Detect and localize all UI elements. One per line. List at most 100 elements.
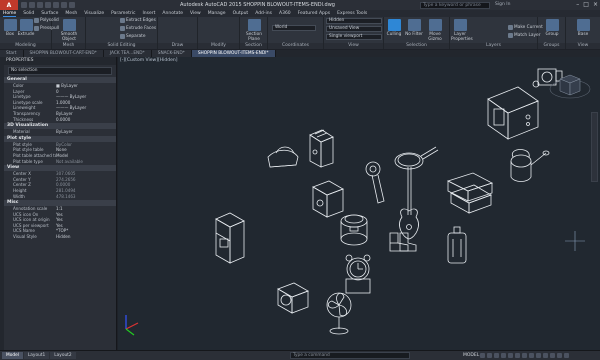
separate-button[interactable]: Separate bbox=[120, 34, 145, 39]
print-icon[interactable] bbox=[53, 2, 59, 8]
ortho-icon[interactable] bbox=[494, 353, 499, 358]
group-button[interactable]: Group bbox=[543, 19, 561, 37]
drawing-viewport[interactable]: [-][Custom View][Hidden] bbox=[118, 57, 600, 350]
base-button[interactable]: Base bbox=[574, 19, 592, 37]
osnap-icon[interactable] bbox=[508, 353, 513, 358]
fan-model[interactable] bbox=[326, 292, 352, 335]
maximize-icon[interactable]: □ bbox=[583, 1, 589, 8]
save-as-icon[interactable] bbox=[45, 2, 51, 8]
customize-icon[interactable] bbox=[564, 353, 569, 358]
tab-home[interactable]: Home bbox=[3, 11, 17, 17]
workspace-icon[interactable] bbox=[536, 353, 541, 358]
doctab-jack-tea[interactable]: JACK TEA...END* bbox=[103, 50, 152, 57]
save-icon[interactable] bbox=[37, 2, 43, 8]
books-model[interactable] bbox=[446, 172, 494, 214]
property-value[interactable]: 0.0000 bbox=[56, 117, 116, 123]
drawing-canvas[interactable] bbox=[118, 57, 600, 350]
property-row[interactable]: Thickness 0.0000 bbox=[4, 117, 116, 123]
sign-in-link[interactable]: Sign In bbox=[495, 2, 510, 7]
tab-view[interactable]: View bbox=[190, 11, 201, 16]
viewport-config-select[interactable]: Single viewport bbox=[326, 34, 382, 40]
grid-icon[interactable] bbox=[480, 353, 485, 358]
match-layer-button[interactable]: Match Layer bbox=[508, 33, 540, 38]
ucs-select[interactable]: World bbox=[272, 25, 316, 31]
guitar-model[interactable] bbox=[399, 167, 419, 240]
otrack-icon[interactable] bbox=[515, 353, 520, 358]
boots-model[interactable] bbox=[389, 232, 417, 252]
doctab-cart[interactable]: SHOPPIN BLOWOUT-CART-END* bbox=[23, 50, 104, 57]
doctab-start[interactable]: Start bbox=[0, 50, 24, 57]
extrude-button[interactable]: Extrude bbox=[17, 19, 35, 37]
clean-screen-icon[interactable] bbox=[557, 353, 562, 358]
isolate-icon[interactable] bbox=[543, 353, 548, 358]
iron-model[interactable] bbox=[267, 146, 299, 168]
doctab-items[interactable]: SHOPPIN BLOWOUT-ITEMS-ENDl* bbox=[191, 50, 276, 57]
annotation-scale-icon[interactable] bbox=[529, 353, 534, 358]
frying-pan-model[interactable] bbox=[394, 146, 439, 170]
property-value[interactable]: 478.1463 bbox=[56, 194, 116, 200]
property-row[interactable]: Material ByLayer bbox=[4, 129, 116, 135]
alarm-clock-model[interactable] bbox=[345, 254, 371, 294]
tab-featured-apps[interactable]: Featured Apps bbox=[298, 11, 330, 16]
extrude-faces-button[interactable]: Extrude Faces bbox=[120, 26, 156, 31]
selection-dropdown[interactable]: No selection bbox=[8, 67, 112, 75]
culling-button[interactable]: Culling bbox=[385, 19, 403, 37]
tab-mesh[interactable]: Mesh bbox=[65, 11, 77, 16]
visual-style-select[interactable]: Hidden bbox=[326, 18, 382, 24]
redo-icon[interactable] bbox=[69, 2, 75, 8]
microwave-model[interactable] bbox=[487, 86, 539, 140]
layer-properties-button[interactable]: Layer Properties bbox=[451, 19, 473, 42]
tab-insert[interactable]: Insert bbox=[142, 11, 155, 16]
tab-surface[interactable]: Surface bbox=[41, 11, 58, 16]
tab-manage[interactable]: Manage bbox=[208, 11, 226, 16]
autocad-logo-icon[interactable]: A bbox=[0, 0, 18, 10]
model-space-indicator[interactable]: MODEL bbox=[463, 353, 479, 358]
property-row[interactable]: Plot table type Not available bbox=[4, 159, 116, 165]
tab-output[interactable]: Output bbox=[233, 11, 249, 16]
tab-solid[interactable]: Solid bbox=[23, 11, 34, 16]
property-value[interactable]: Not available bbox=[56, 159, 116, 165]
tab-model[interactable]: Model bbox=[2, 352, 23, 359]
extract-edges-button[interactable]: Extract Edges bbox=[120, 18, 156, 23]
move-gizmo-button[interactable]: Move Gizmo bbox=[426, 19, 444, 42]
tab-add-ins[interactable]: Add-ins bbox=[255, 11, 272, 16]
property-value[interactable]: Hidden bbox=[56, 234, 116, 240]
doctab-snack[interactable]: SNACK-END* bbox=[151, 50, 192, 57]
no-filter-button[interactable]: No Filter bbox=[405, 19, 423, 37]
section-plane-button[interactable]: Section Plane bbox=[245, 19, 263, 42]
new-icon[interactable] bbox=[21, 2, 27, 8]
tab-parametric[interactable]: Parametric bbox=[111, 11, 135, 16]
slow-cooker-model[interactable] bbox=[340, 214, 368, 246]
camera-model[interactable] bbox=[277, 282, 309, 314]
lineweight-icon[interactable] bbox=[522, 353, 527, 358]
toaster-model[interactable] bbox=[309, 129, 334, 168]
search-input[interactable]: Type a keyword or phrase bbox=[420, 1, 490, 9]
tab-layout1[interactable]: Layout1 bbox=[23, 352, 50, 359]
smooth-object-button[interactable]: Smooth Object bbox=[60, 19, 78, 42]
viewcube[interactable] bbox=[548, 61, 592, 105]
minimize-icon[interactable]: – bbox=[576, 1, 579, 8]
safe-model[interactable] bbox=[312, 180, 344, 218]
snap-icon[interactable] bbox=[487, 353, 492, 358]
hardware-accel-icon[interactable] bbox=[550, 353, 555, 358]
tab-layout2[interactable]: Layout2 bbox=[50, 352, 76, 359]
luggage-model[interactable] bbox=[447, 226, 467, 264]
command-line-input[interactable]: Type a command bbox=[290, 352, 410, 359]
open-icon[interactable] bbox=[29, 2, 35, 8]
tab-visualize[interactable]: Visualize bbox=[84, 11, 104, 16]
espresso-machine-model[interactable] bbox=[215, 212, 245, 264]
undo-icon[interactable] bbox=[61, 2, 67, 8]
property-row[interactable]: Width 478.1463 bbox=[4, 194, 116, 200]
property-value[interactable]: ByLayer bbox=[56, 129, 116, 135]
hair-dryer-model[interactable] bbox=[365, 161, 385, 204]
navigation-bar[interactable] bbox=[591, 112, 598, 182]
named-view-select[interactable]: Unsaved View bbox=[326, 26, 382, 32]
polar-icon[interactable] bbox=[501, 353, 506, 358]
tab-annotate[interactable]: Annotate bbox=[162, 11, 183, 16]
close-icon[interactable]: × bbox=[593, 1, 598, 8]
tab-express-tools[interactable]: Express Tools bbox=[337, 11, 367, 16]
property-row[interactable]: Visual Style Hidden bbox=[4, 234, 116, 240]
watering-can-model[interactable] bbox=[510, 149, 550, 182]
palette-grip[interactable] bbox=[0, 57, 4, 350]
tab-a360[interactable]: A360 bbox=[279, 11, 291, 16]
